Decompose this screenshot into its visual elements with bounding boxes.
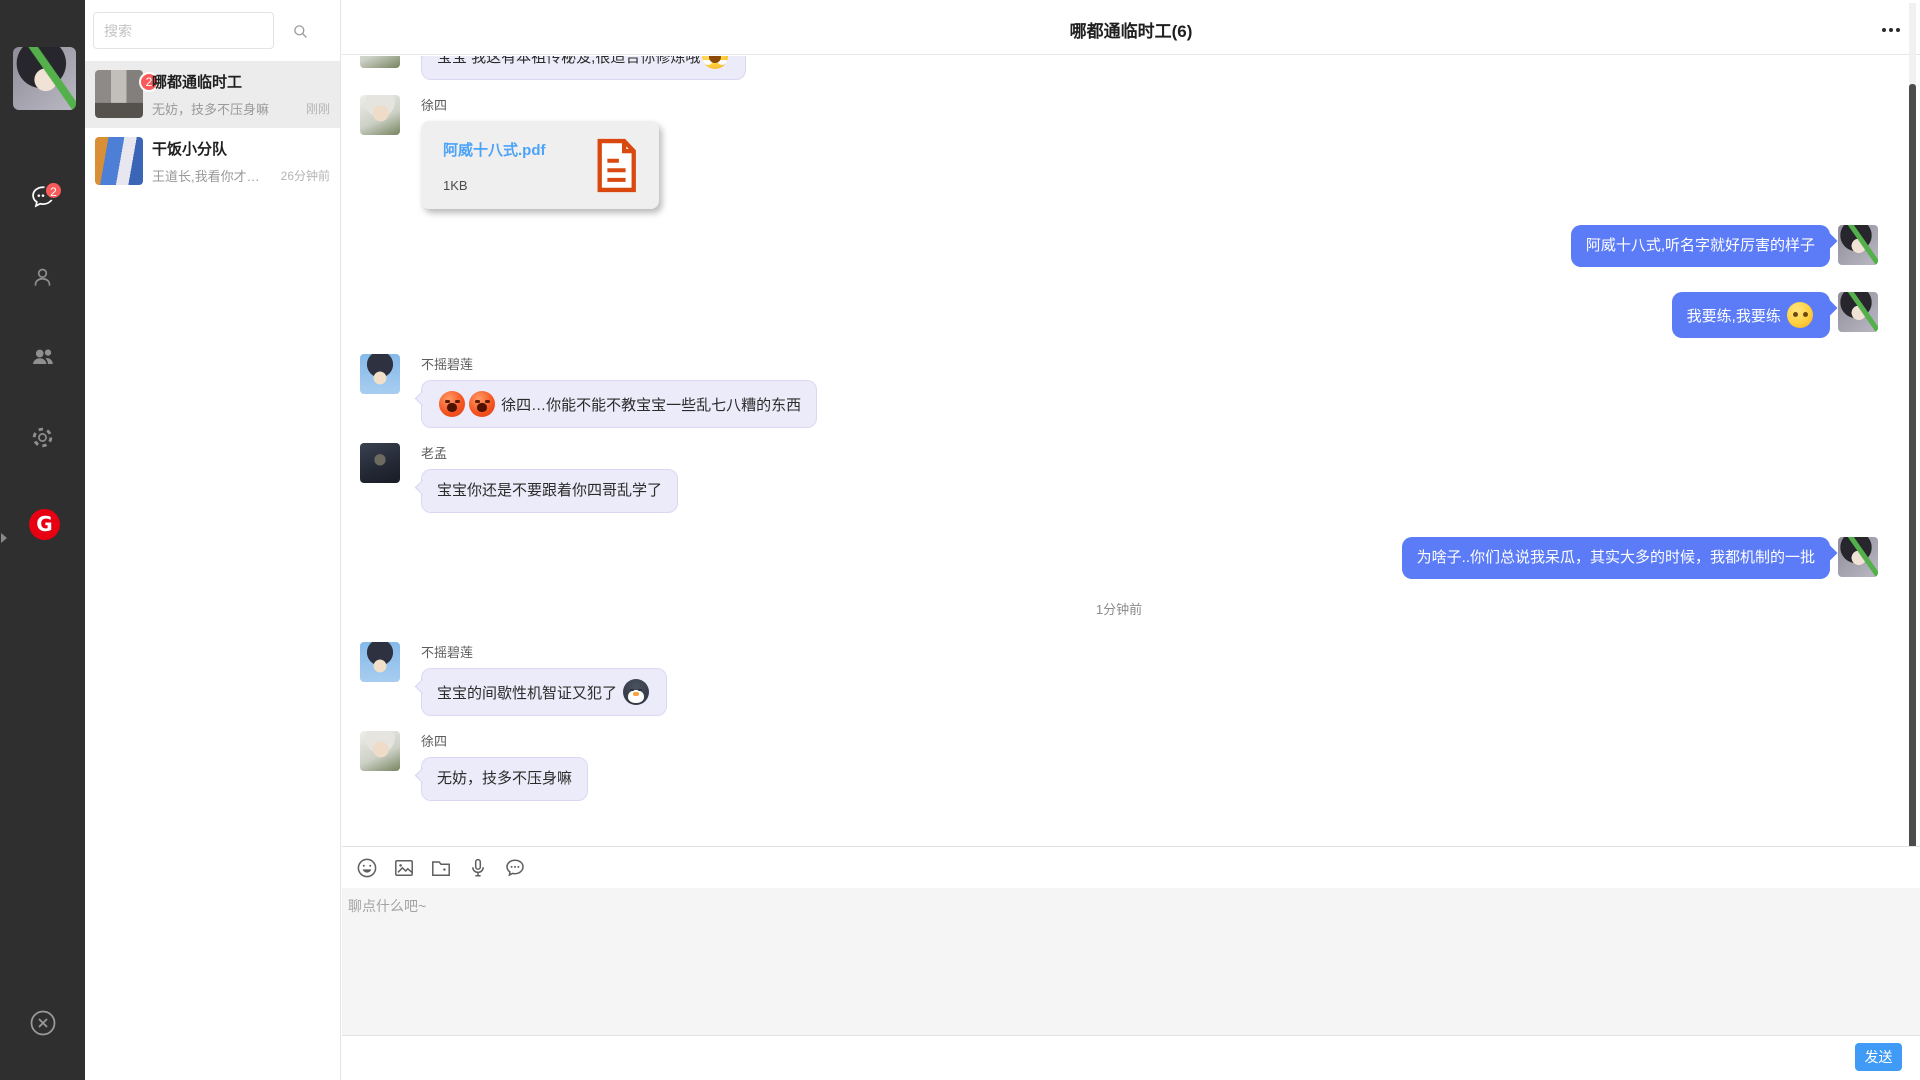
chat-header: 哪都通临时工(6) [342, 0, 1920, 55]
message-text: 徐四…你能不能不教宝宝一些乱七八糟的东西 [501, 397, 801, 414]
folder-icon[interactable] [427, 854, 455, 882]
app-logo[interactable]: G [29, 509, 60, 540]
search-icon[interactable] [283, 14, 317, 48]
message-bubble: 宝宝的间歇性机智证又犯了 [421, 668, 667, 716]
sender-name: 不摇碧莲 [421, 354, 817, 373]
message-row: 为啥子..你们总说我呆瓜，其实大多的时候，我都机制的一批 [360, 537, 1878, 579]
avatar[interactable] [1838, 225, 1878, 265]
angry-emoji [469, 391, 495, 417]
chat-application-window: 2 G [0, 0, 1920, 1080]
search-box [93, 12, 274, 49]
message-text: 宝宝你还是不要跟着你四哥乱学了 [437, 482, 662, 499]
current-user-avatar[interactable] [13, 47, 76, 110]
chat-title: 干饭小分队 [152, 138, 227, 159]
chat-list-item[interactable]: 干饭小分队 王道长,我看你才… 26分钟前 [85, 128, 340, 195]
sender-name: 老孟 [421, 443, 678, 462]
emoji-icon[interactable] [353, 854, 381, 882]
contacts-icon[interactable] [28, 262, 58, 292]
chat-time: 26分钟前 [281, 167, 330, 184]
expand-arrow-icon[interactable] [1, 533, 7, 543]
chat-list-item[interactable]: 2 哪都通临时工 无妨，技多不压身嘛 刚刚 [85, 61, 340, 128]
message-row: 不摇碧莲 徐四…你能不能不教宝宝一些乱七八糟的东西 [360, 354, 1878, 428]
avatar[interactable] [360, 56, 400, 68]
group-glyph [29, 343, 57, 371]
avatar[interactable] [360, 354, 400, 394]
message-row: 宝宝 我这有本祖传秘笈,很适合你修炼哦 [360, 56, 1878, 80]
message-row: 我要练,我要练 [360, 292, 1878, 338]
settings-icon[interactable] [28, 422, 58, 452]
pdf-document-icon [593, 137, 639, 199]
message-list[interactable]: 宝宝 我这有本祖传秘笈,很适合你修炼哦 徐四 阿威十八式.pdf 1KB [342, 56, 1920, 845]
avatar[interactable] [360, 443, 400, 483]
avatar[interactable] [360, 642, 400, 682]
message-bubble: 无妨，技多不压身嘛 [421, 757, 588, 801]
left-nav-rail: 2 G [0, 0, 85, 1080]
mic-icon[interactable] [464, 854, 492, 882]
chat-last-message: 无妨，技多不压身嘛 [152, 99, 272, 118]
avatar[interactable] [360, 731, 400, 771]
message-bubble: 我要练,我要练 [1672, 292, 1830, 338]
message-bubble: 宝宝你还是不要跟着你四哥乱学了 [421, 469, 678, 513]
chat-unread-badge: 2 [44, 181, 63, 200]
sender-name: 徐四 [421, 95, 659, 114]
gear-glyph [29, 424, 56, 451]
message-text: 阿威十八式,听名字就好厉害的样子 [1586, 237, 1815, 254]
hug-emoji [702, 56, 728, 69]
message-row: 老孟 宝宝你还是不要跟着你四哥乱学了 [360, 443, 1878, 513]
message-bubble: 徐四…你能不能不教宝宝一些乱七八糟的东西 [421, 380, 817, 428]
close-circle-glyph [28, 1006, 58, 1040]
message-bubble: 阿威十八式,听名字就好厉害的样子 [1571, 225, 1830, 267]
composer-toolbar [342, 846, 1920, 888]
no-mouth-emoji [1787, 302, 1813, 328]
message-input-area [342, 888, 1920, 1035]
angry-emoji [439, 391, 465, 417]
message-text: 我要练,我要练 [1687, 308, 1781, 325]
message-row: 徐四 无妨，技多不压身嘛 [360, 731, 1878, 801]
conversation-title: 哪都通临时工(6) [342, 17, 1920, 42]
chat-title: 哪都通临时工 [152, 71, 242, 92]
chat-time: 刚刚 [306, 100, 330, 117]
search-input[interactable] [94, 13, 273, 48]
person-glyph [29, 264, 56, 291]
message-row: 徐四 阿威十八式.pdf 1KB [360, 95, 1878, 209]
send-button[interactable]: 发送 [1855, 1043, 1902, 1071]
message-row: 阿威十八式,听名字就好厉害的样子 [360, 225, 1878, 267]
penguin-emoji [623, 679, 649, 705]
magnifier-glyph [291, 22, 310, 41]
message-bubble: 为啥子..你们总说我呆瓜，其实大多的时候，我都机制的一批 [1402, 537, 1830, 579]
chat-list-panel: 2 哪都通临时工 无妨，技多不压身嘛 刚刚 干饭小分队 王道长,我看你才… 26… [85, 0, 341, 1080]
message-input[interactable] [342, 888, 1920, 1035]
image-icon[interactable] [390, 854, 418, 882]
message-text: 宝宝 我这有本祖传秘笈,很适合你修炼哦 [437, 56, 700, 66]
send-bar: 发送 [342, 1035, 1920, 1080]
message-text: 无妨，技多不压身嘛 [437, 770, 572, 787]
chat-record-icon[interactable] [501, 854, 529, 882]
group-avatar: 2 [95, 70, 143, 118]
message-bubble: 宝宝 我这有本祖传秘笈,很适合你修炼哦 [421, 56, 746, 80]
sender-name: 徐四 [421, 731, 588, 750]
sender-name: 不摇碧莲 [421, 642, 667, 661]
message-text: 宝宝的间歇性机智证又犯了 [437, 685, 617, 702]
avatar[interactable] [360, 95, 400, 135]
close-icon[interactable] [28, 1008, 58, 1038]
time-divider: 1分钟前 [360, 599, 1878, 618]
avatar[interactable] [1838, 537, 1878, 577]
file-attachment-card[interactable]: 阿威十八式.pdf 1KB [421, 121, 659, 209]
more-options-icon[interactable] [1878, 24, 1904, 36]
avatar[interactable] [1838, 292, 1878, 332]
group-icon[interactable] [28, 342, 58, 372]
group-avatar [95, 137, 143, 185]
message-row: 不摇碧莲 宝宝的间歇性机智证又犯了 [360, 642, 1878, 716]
conversation-pane: 哪都通临时工(6) 宝宝 我这有本祖传秘笈,很适合你修炼哦 徐四 阿威十八式.p… [342, 0, 1920, 1080]
message-text: 为啥子..你们总说我呆瓜，其实大多的时候，我都机制的一批 [1417, 549, 1815, 566]
chat-last-message: 王道长,我看你才… [152, 166, 272, 185]
